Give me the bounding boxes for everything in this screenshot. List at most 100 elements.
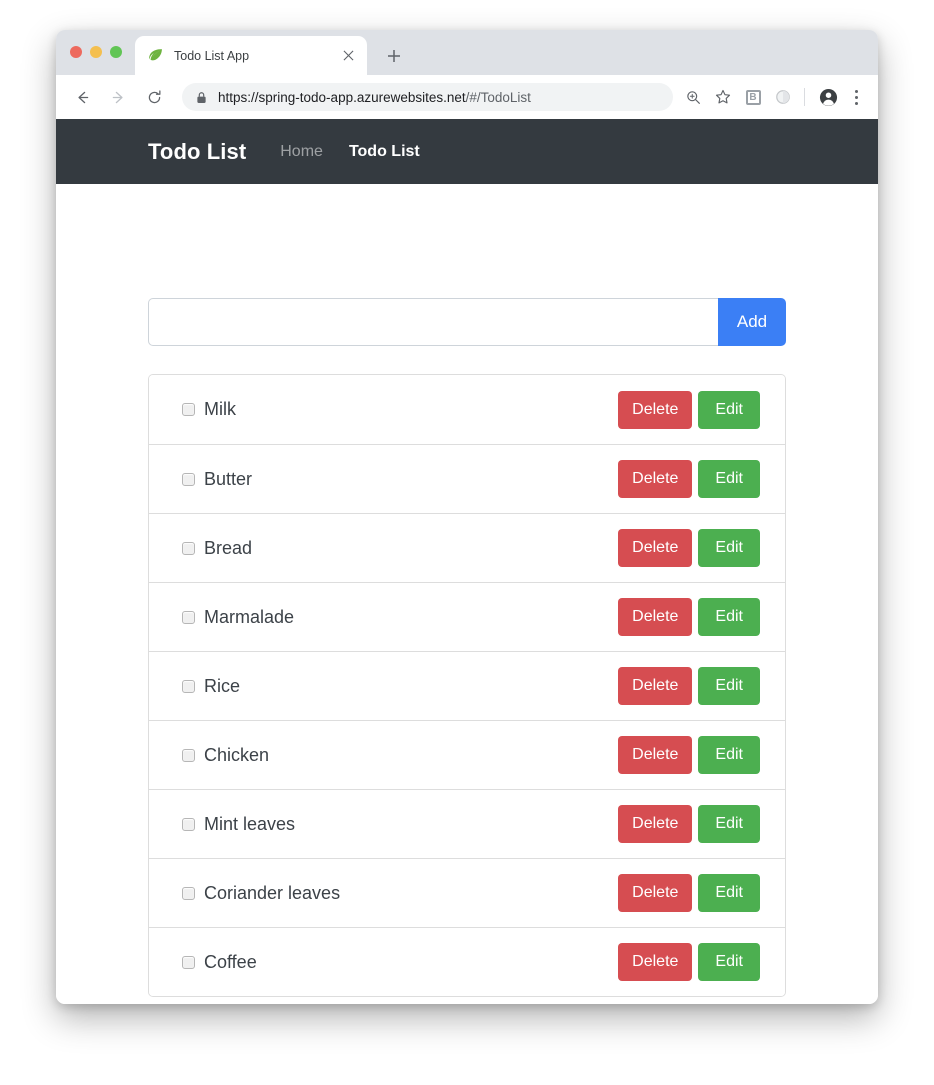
todo-item-actions: Delete Edit <box>618 460 760 498</box>
todo-item-label: Coriander leaves <box>204 882 341 903</box>
todo-item-main: Chicken <box>182 745 618 766</box>
todo-item-main: Butter <box>182 469 618 490</box>
nav-link-home[interactable]: Home <box>280 143 323 161</box>
window-traffic-lights <box>70 46 122 58</box>
navbar-brand[interactable]: Todo List <box>148 139 246 165</box>
todo-item-label: Bread <box>204 537 253 558</box>
url-origin: https://spring-todo-app.azurewebsites.ne… <box>218 89 466 105</box>
three-dot-menu-icon[interactable] <box>844 83 868 111</box>
new-tab-button[interactable] <box>381 43 407 69</box>
tab-title: Todo List App <box>174 48 250 63</box>
edit-button[interactable]: Edit <box>698 529 760 567</box>
toolbar-divider <box>804 88 805 106</box>
todo-list-item: Rice Delete Edit <box>149 651 785 720</box>
todo-list-item: Mint leaves Delete Edit <box>149 789 785 858</box>
circle-icon[interactable] <box>769 83 797 111</box>
todo-item-main: Milk <box>182 399 618 420</box>
todo-item-actions: Delete Edit <box>618 943 760 981</box>
delete-button[interactable]: Delete <box>618 736 693 774</box>
todo-item-main: Coffee <box>182 952 618 973</box>
edit-button[interactable]: Edit <box>698 805 760 843</box>
delete-button[interactable]: Delete <box>618 874 693 912</box>
todo-checkbox[interactable] <box>182 541 195 555</box>
extension-b-label: B <box>745 89 761 105</box>
close-icon[interactable] <box>339 47 357 65</box>
new-todo-input[interactable] <box>148 298 718 346</box>
todo-item-main: Rice <box>182 676 618 697</box>
back-arrow-icon[interactable] <box>68 83 96 111</box>
todo-checkbox[interactable] <box>182 679 195 693</box>
todo-list-item: Coriander leaves Delete Edit <box>149 858 785 927</box>
todo-list: Milk Delete Edit Butter Delete Edit Bread Delet… <box>148 374 786 997</box>
reload-icon[interactable] <box>140 83 168 111</box>
todo-item-label: Chicken <box>204 744 270 765</box>
todo-checkbox[interactable] <box>182 472 195 486</box>
todo-checkbox[interactable] <box>182 610 195 624</box>
add-button[interactable]: Add <box>718 298 786 346</box>
account-avatar-icon[interactable] <box>814 83 842 111</box>
app-navbar: Todo List Home Todo List <box>56 119 878 184</box>
delete-button[interactable]: Delete <box>618 390 693 429</box>
delete-button[interactable]: Delete <box>618 805 693 843</box>
delete-button[interactable]: Delete <box>618 667 693 705</box>
todo-item-actions: Delete Edit <box>618 736 760 774</box>
todo-item-label: Butter <box>204 468 253 489</box>
edit-button[interactable]: Edit <box>698 874 760 912</box>
screenshot-root: Todo List App https://spring-todo-app.az… <box>0 0 934 1085</box>
todo-item-actions: Delete Edit <box>618 390 760 429</box>
tab-strip: Todo List App <box>56 30 878 75</box>
delete-button[interactable]: Delete <box>618 598 693 636</box>
forward-arrow-icon <box>104 83 132 111</box>
todo-item-label: Milk <box>204 399 236 419</box>
todo-item-actions: Delete Edit <box>618 529 760 567</box>
todo-list-item: Bread Delete Edit <box>149 513 785 582</box>
todo-item-main: Mint leaves <box>182 814 618 835</box>
todo-item-main: Marmalade <box>182 607 618 628</box>
todo-checkbox[interactable] <box>182 886 195 900</box>
lock-icon <box>197 91 206 103</box>
edit-button[interactable]: Edit <box>698 460 760 498</box>
maximize-window-button[interactable] <box>110 46 122 58</box>
url-text: https://spring-todo-app.azurewebsites.ne… <box>218 90 531 105</box>
todo-item-actions: Delete Edit <box>618 598 760 636</box>
url-path: /#/TodoList <box>465 89 531 105</box>
todo-list-item: Chicken Delete Edit <box>149 720 785 789</box>
todo-item-label: Rice <box>204 675 241 696</box>
star-icon[interactable] <box>709 83 737 111</box>
todo-item-main: Coriander leaves <box>182 883 618 904</box>
page-viewport: Todo List Home Todo List Add Milk Delete E… <box>56 119 878 1004</box>
minimize-window-button[interactable] <box>90 46 102 58</box>
close-window-button[interactable] <box>70 46 82 58</box>
todo-item-main: Bread <box>182 538 618 559</box>
edit-button[interactable]: Edit <box>698 667 760 705</box>
todo-checkbox[interactable] <box>182 403 195 416</box>
todo-item-label: Coffee <box>204 951 257 972</box>
edit-button[interactable]: Edit <box>698 390 760 429</box>
todo-checkbox[interactable] <box>182 955 195 969</box>
page-content: Add Milk Delete Edit Butter Delete Edit Bread D… <box>56 298 878 997</box>
browser-window: Todo List App https://spring-todo-app.az… <box>56 30 878 1004</box>
spring-leaf-icon <box>149 49 162 61</box>
browser-tab[interactable]: Todo List App <box>135 36 367 75</box>
edit-button[interactable]: Edit <box>698 943 760 981</box>
edit-button[interactable]: Edit <box>698 598 760 636</box>
edit-button[interactable]: Edit <box>698 736 760 774</box>
delete-button[interactable]: Delete <box>618 943 693 981</box>
todo-item-actions: Delete Edit <box>618 874 760 912</box>
todo-item-actions: Delete Edit <box>618 667 760 705</box>
todo-list-item: Butter Delete Edit <box>149 444 785 513</box>
zoom-in-icon[interactable] <box>679 83 707 111</box>
address-bar[interactable]: https://spring-todo-app.azurewebsites.ne… <box>182 83 673 111</box>
todo-item-label: Marmalade <box>204 606 295 627</box>
todo-list-item: Coffee Delete Edit <box>149 927 785 996</box>
todo-list-item: Marmalade Delete Edit <box>149 582 785 651</box>
todo-checkbox[interactable] <box>182 748 195 762</box>
delete-button[interactable]: Delete <box>618 460 693 498</box>
todo-checkbox[interactable] <box>182 817 195 831</box>
delete-button[interactable]: Delete <box>618 529 693 567</box>
toolbar-icon-group: B <box>677 83 868 111</box>
extension-b-icon[interactable]: B <box>739 83 767 111</box>
browser-toolbar: https://spring-todo-app.azurewebsites.ne… <box>56 75 878 119</box>
todo-item-actions: Delete Edit <box>618 805 760 843</box>
nav-link-todo-list[interactable]: Todo List <box>349 143 420 161</box>
